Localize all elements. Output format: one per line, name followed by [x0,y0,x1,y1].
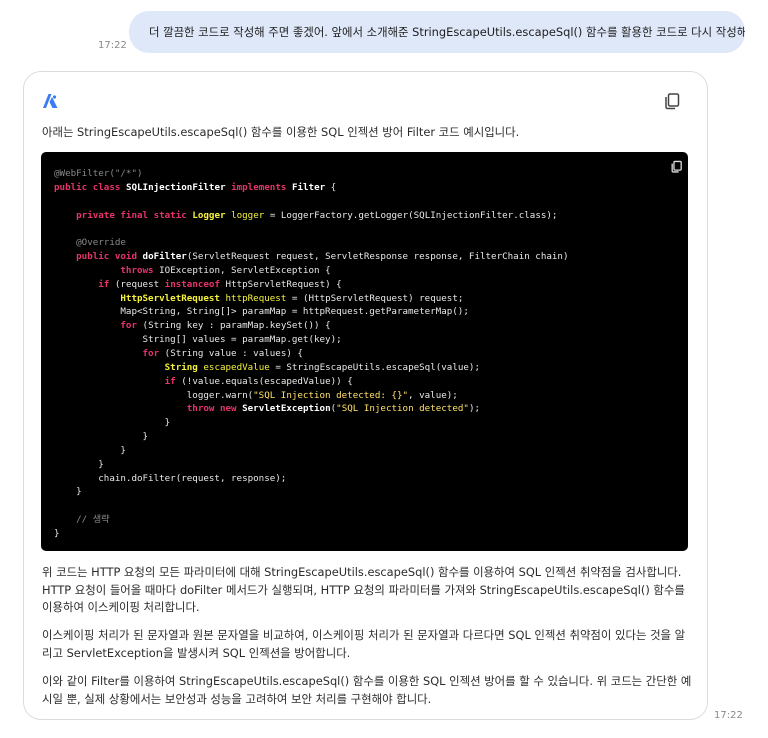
copy-icon[interactable] [663,92,681,110]
assistant-message-time: 17:22 [714,710,743,721]
user-message-time: 17:22 [98,40,127,51]
assistant-paragraph-3: 이와 같이 Filter를 이용하여 StringEscapeUtils.esc… [42,674,692,706]
assistant-paragraph-1: 위 코드는 HTTP 요청의 모든 파라미터에 대해 StringEscapeU… [42,565,685,614]
user-message-bubble: 더 깔끔한 코드로 작성해 주면 좋겠어. 앞에서 소개해준 StringEsc… [129,11,745,53]
assistant-intro-text: 아래는 StringEscapeUtils.escapeSql() 함수를 이용… [42,125,520,139]
assistant-logo-icon [43,94,58,108]
user-message-text: 더 깔끔한 코드로 작성해 주면 좋겠어. 앞에서 소개해준 StringEsc… [149,25,745,39]
code-line-1: @WebFilter("/*") [54,168,143,179]
code-copy-icon[interactable] [670,160,683,173]
code-text: @WebFilter("/*") public class SQLInjecti… [54,168,569,539]
code-block: @WebFilter("/*") public class SQLInjecti… [41,152,688,551]
assistant-paragraph-2: 이스케이핑 처리가 된 문자열과 원본 문자열을 비교하여, 이스케이핑 처리가… [42,628,686,660]
